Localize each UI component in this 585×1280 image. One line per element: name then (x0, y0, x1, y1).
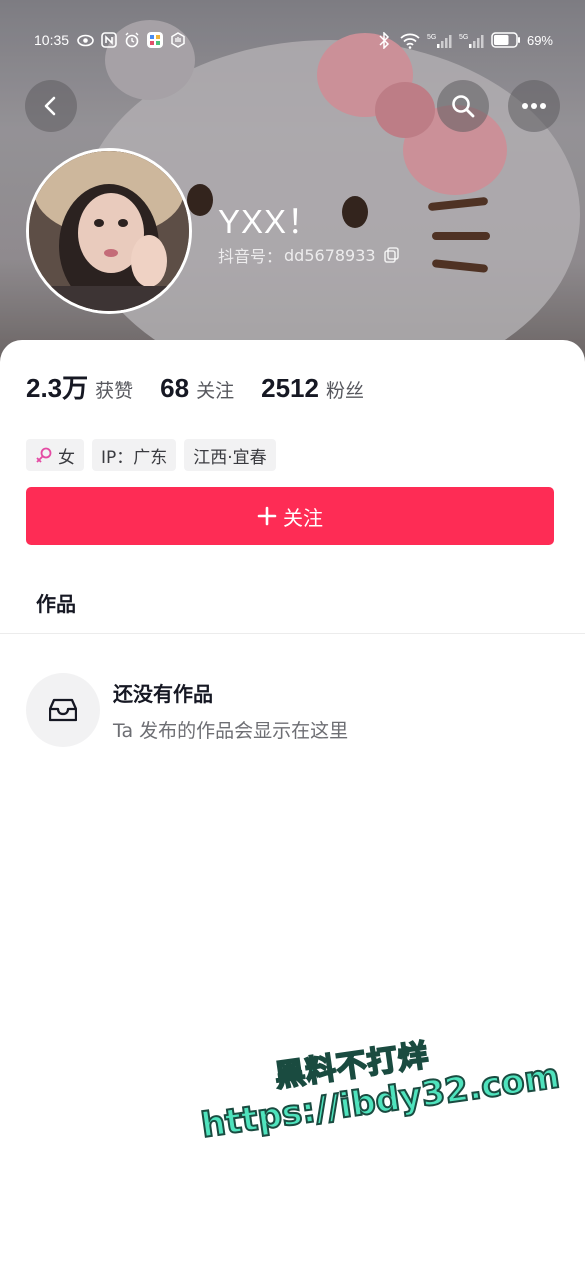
empty-state-subtitle: Ta 发布的作品会显示在这里 (113, 720, 349, 742)
profile-tags: 女 IP：广东 江西·宜春 (26, 439, 276, 471)
eye-icon (77, 32, 94, 49)
avatar[interactable] (26, 148, 192, 314)
copy-icon[interactable] (383, 246, 401, 264)
signal-icon-sim1: 5G (427, 32, 453, 49)
douyin-id-label: 抖音号： (218, 247, 283, 266)
stat-followers[interactable]: 2512 粉丝 (261, 373, 364, 404)
stat-likes-label: 获赞 (95, 380, 134, 402)
nickname: YXX！ (218, 203, 322, 240)
plus-icon (257, 506, 277, 526)
female-icon (35, 446, 53, 464)
stat-likes-count: 2.3万 (26, 373, 89, 403)
nfc-icon (100, 32, 117, 49)
battery-icon (491, 32, 521, 49)
tag-location: 江西·宜春 (184, 439, 276, 471)
stat-followers-label: 粉丝 (325, 380, 364, 402)
signal-icon-sim2: 5G (459, 32, 485, 49)
bluetooth-icon (376, 31, 393, 49)
stat-following[interactable]: 68 关注 (160, 373, 234, 404)
network-label-2: 5G (459, 34, 468, 41)
app-notification-icon (146, 32, 163, 49)
douyin-id-value: dd5678933 (284, 245, 376, 265)
network-label-1: 5G (427, 34, 436, 41)
back-button[interactable] (25, 80, 77, 132)
status-time: 10:35 (34, 32, 70, 48)
more-button[interactable] (508, 80, 560, 132)
status-bar: 10:35 5G 5G 69% (0, 26, 585, 54)
alarm-icon (123, 32, 140, 49)
follow-button-label: 关注 (283, 505, 323, 530)
tag-location-label: 江西·宜春 (193, 447, 267, 468)
search-button[interactable] (437, 80, 489, 132)
avatar-image (29, 151, 189, 311)
stat-following-label: 关注 (196, 380, 235, 402)
stat-likes[interactable]: 2.3万 获赞 (26, 368, 133, 405)
tag-ip: IP：广东 (92, 439, 177, 471)
back-icon (44, 96, 56, 116)
search-icon (452, 95, 475, 118)
douyin-id[interactable]: 抖音号： dd5678933 (218, 243, 401, 267)
profile-cover: 10:35 5G 5G 69% YXX！ 抖音号： dd5678933 (0, 0, 585, 370)
inbox-icon (49, 698, 77, 722)
tag-gender-label: 女 (58, 447, 75, 468)
wifi-icon (399, 32, 421, 49)
stat-followers-count: 2512 (261, 373, 319, 403)
hand-icon (169, 32, 186, 49)
tag-gender: 女 (26, 439, 84, 471)
tab-works[interactable]: 作品 (36, 588, 76, 617)
stat-following-count: 68 (160, 373, 190, 403)
battery-percent: 69% (526, 32, 553, 48)
tab-divider (0, 633, 585, 634)
empty-state-title: 还没有作品 (113, 682, 213, 706)
stats-row: 2.3万 获赞 68 关注 2512 粉丝 (26, 368, 391, 405)
empty-state-icon (26, 673, 100, 747)
follow-button[interactable]: 关注 (26, 487, 554, 545)
tag-ip-label: IP：广东 (101, 447, 168, 468)
more-icon (522, 103, 546, 109)
